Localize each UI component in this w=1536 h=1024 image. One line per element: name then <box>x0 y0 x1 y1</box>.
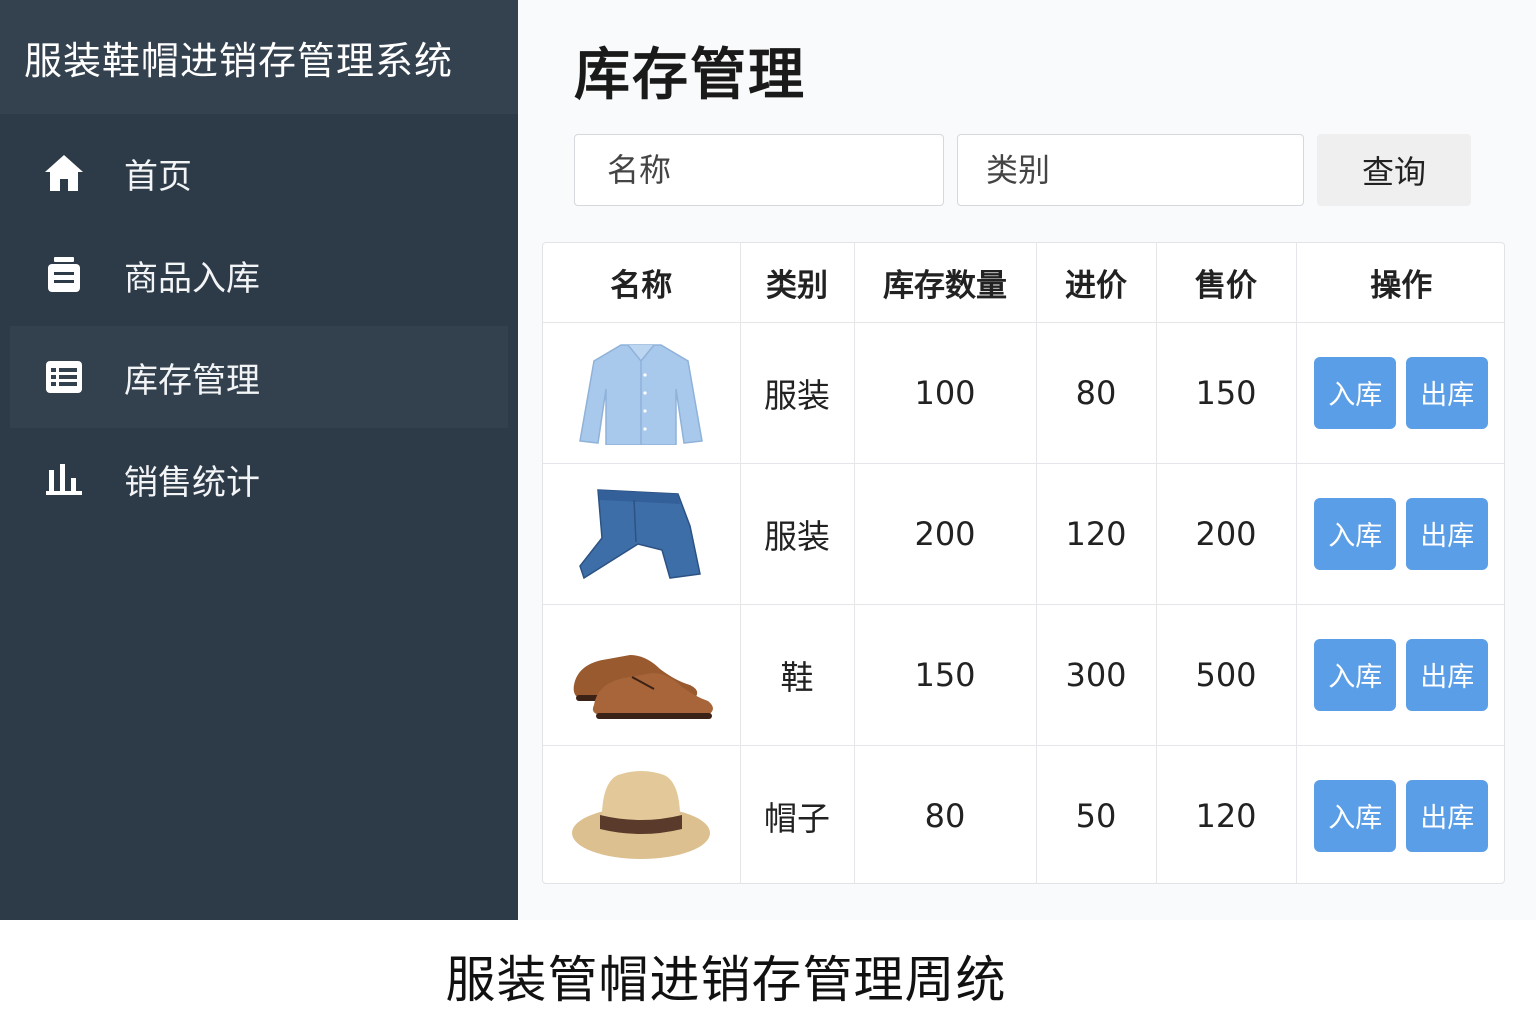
name-cell <box>543 463 741 605</box>
category-search-input[interactable] <box>957 134 1304 206</box>
inbox-icon <box>42 253 86 297</box>
stock-out-button[interactable]: 出库 <box>1406 638 1489 711</box>
sidebar-item-stock-in[interactable]: 商品入库 <box>0 224 518 326</box>
column-header: 操作 <box>1296 243 1504 323</box>
stock-out-button[interactable]: 出库 <box>1406 779 1489 852</box>
sidebar-item-label: 销售统计 <box>124 462 260 503</box>
sidebar-item-label: 首页 <box>124 156 192 197</box>
bar-chart-icon <box>42 457 86 501</box>
name-cell <box>543 322 741 464</box>
name-cell <box>543 604 741 746</box>
name-search-input[interactable] <box>574 134 944 206</box>
column-header: 类别 <box>740 243 855 323</box>
table-row: 鞋 150 300 500 入库 出库 <box>543 604 1504 746</box>
column-header: 进价 <box>1036 243 1157 323</box>
sidebar-item-home[interactable]: 首页 <box>0 122 518 224</box>
actions-cell: 入库 出库 <box>1296 463 1504 605</box>
sale-price-cell: 500 <box>1156 604 1297 746</box>
cost-price-cell: 50 <box>1036 745 1157 883</box>
column-header: 售价 <box>1156 243 1297 323</box>
app-title: 服装鞋帽进销存管理系统 <box>0 0 518 114</box>
stock-cell: 150 <box>854 604 1037 746</box>
home-icon <box>42 151 86 195</box>
stock-out-button[interactable]: 出库 <box>1406 356 1489 429</box>
actions-cell: 入库 出库 <box>1296 604 1504 746</box>
main-content: 库存管理 查询 名称 类别 库存数量 进价 售价 操作 <box>518 0 1536 920</box>
stock-in-button[interactable]: 入库 <box>1314 356 1397 429</box>
query-button[interactable]: 查询 <box>1317 134 1471 206</box>
sidebar-item-label: 商品入库 <box>124 258 260 299</box>
sidebar-item-inventory[interactable]: 库存管理 <box>10 326 508 428</box>
shoes-image <box>543 629 740 721</box>
sale-price-cell: 120 <box>1156 745 1297 883</box>
category-cell: 帽子 <box>740 745 855 883</box>
cost-price-cell: 80 <box>1036 322 1157 464</box>
column-header: 名称 <box>543 243 741 323</box>
stock-cell: 80 <box>854 745 1037 883</box>
sidebar-nav: 首页 商品入库 库存管理 销售统计 <box>0 114 518 530</box>
app-window: 服装鞋帽进销存管理系统 首页 商品入库 库存管理 销售统计 库存管理 名称 类别… <box>0 0 1536 920</box>
actions-cell: 入库 出库 <box>1296 322 1504 464</box>
table-header-row: 名称 类别 库存数量 进价 售价 操作 <box>543 243 1504 323</box>
actions-cell: 入库 出库 <box>1296 745 1504 883</box>
inventory-table: 名称 类别 库存数量 进价 售价 操作 服装 100 80 150 入库 出库 … <box>542 242 1505 884</box>
column-header: 库存数量 <box>854 243 1037 323</box>
cost-price-cell: 120 <box>1036 463 1157 605</box>
page-title: 库存管理 <box>574 43 806 108</box>
stock-in-button[interactable]: 入库 <box>1314 779 1397 852</box>
cost-price-cell: 300 <box>1036 604 1157 746</box>
sale-price-cell: 150 <box>1156 322 1297 464</box>
category-cell: 服装 <box>740 322 855 464</box>
caption: 服装管帽进销存管理周统 <box>445 951 1007 1009</box>
sale-price-cell: 200 <box>1156 463 1297 605</box>
stock-in-button[interactable]: 入库 <box>1314 497 1397 570</box>
stock-cell: 200 <box>854 463 1037 605</box>
name-cell <box>543 745 741 883</box>
jeans-image <box>543 486 740 582</box>
sidebar-item-sales-stats[interactable]: 销售统计 <box>0 428 518 530</box>
hat-image <box>543 769 740 863</box>
stock-in-button[interactable]: 入库 <box>1314 638 1397 711</box>
category-cell: 服装 <box>740 463 855 605</box>
shirt-image <box>543 341 740 445</box>
sidebar: 服装鞋帽进销存管理系统 首页 商品入库 库存管理 销售统计 <box>0 0 518 920</box>
category-cell: 鞋 <box>740 604 855 746</box>
table-row: 服装 100 80 150 入库 出库 <box>543 322 1504 464</box>
sidebar-item-label: 库存管理 <box>124 360 260 401</box>
search-bar: 查询 <box>574 134 1471 206</box>
list-icon <box>42 355 86 399</box>
stock-out-button[interactable]: 出库 <box>1406 497 1489 570</box>
table-row: 帽子 80 50 120 入库 出库 <box>543 745 1504 883</box>
table-row: 服装 200 120 200 入库 出库 <box>543 463 1504 605</box>
stock-cell: 100 <box>854 322 1037 464</box>
